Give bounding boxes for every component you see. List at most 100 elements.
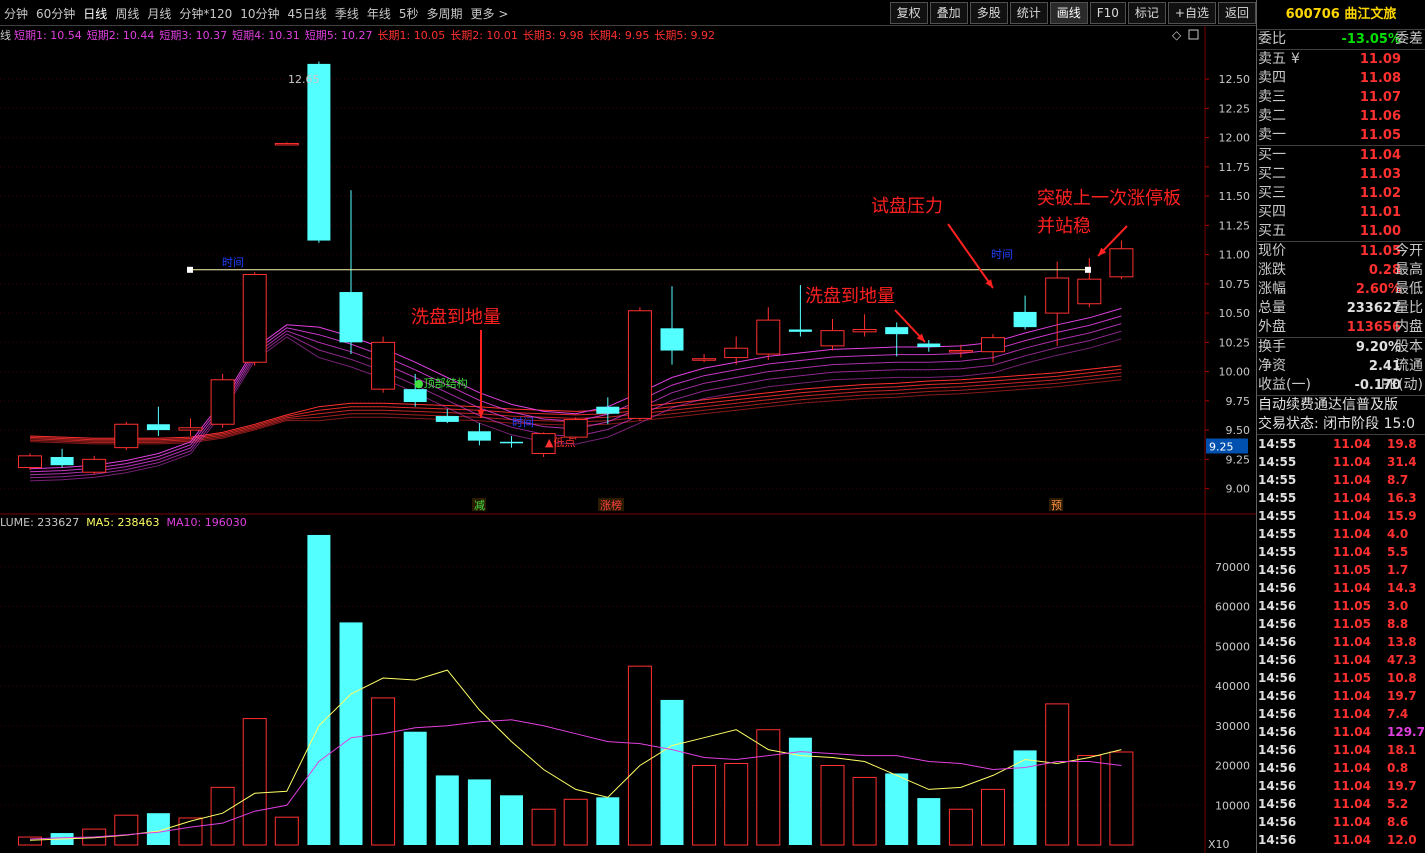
- candle-body[interactable]: [178, 427, 203, 431]
- info-line-1[interactable]: 自动续费通达信普及版: [1257, 396, 1425, 415]
- period-tab-7[interactable]: 45日线: [284, 5, 331, 22]
- candle-body[interactable]: [1077, 278, 1102, 305]
- tool-button-6[interactable]: 标记: [1127, 2, 1166, 24]
- stat-row: 总量 233627 量比: [1257, 299, 1425, 318]
- period-tab-1[interactable]: 60分钟: [32, 5, 79, 22]
- tool-button-1[interactable]: 叠加: [929, 2, 968, 24]
- resistance-line-handle[interactable]: [1085, 266, 1091, 273]
- period-tab-5[interactable]: 分钟*120: [175, 5, 236, 22]
- candle-body[interactable]: [274, 142, 299, 146]
- candle-body[interactable]: [242, 273, 267, 363]
- event-marker-limit-list[interactable]: 涨榜: [600, 498, 622, 512]
- candle-body[interactable]: [1045, 277, 1070, 314]
- weibi-value: -13.05%: [1341, 32, 1401, 47]
- candle-body[interactable]: [692, 358, 717, 361]
- candle-body[interactable]: [210, 379, 235, 425]
- candle-body[interactable]: [114, 423, 139, 449]
- volume-axis-label: 60000: [1215, 601, 1250, 614]
- candle-body[interactable]: [339, 292, 363, 343]
- chart-tool-buttons: 复权 叠加 多股 统计 画线 F10 标记 +自选 返回: [888, 2, 1256, 24]
- bid-row[interactable]: 买四 11.01: [1257, 203, 1425, 222]
- period-tab-4[interactable]: 月线: [143, 5, 175, 22]
- candle-body[interactable]: [885, 327, 909, 335]
- candle-body[interactable]: [146, 424, 170, 431]
- candle-body[interactable]: [371, 341, 396, 390]
- volume-legend: LUME: 233627 MA5: 238463 MA10: 196030: [0, 516, 247, 529]
- candle-body[interactable]: [820, 330, 845, 347]
- candle-body[interactable]: [50, 457, 74, 466]
- diamond-icon[interactable]: ◇: [1172, 28, 1182, 42]
- period-tab-6[interactable]: 10分钟: [236, 5, 283, 22]
- tool-button-7[interactable]: +自选: [1167, 2, 1216, 24]
- candle-body[interactable]: [403, 389, 427, 403]
- tool-button-5[interactable]: F10: [1089, 2, 1126, 24]
- tick-row: 14:56 11.04 12.0: [1257, 831, 1425, 849]
- tick-price: 11.04: [1333, 653, 1371, 667]
- candle-body[interactable]: [18, 455, 42, 469]
- candle-body[interactable]: [82, 458, 107, 473]
- tool-button-8[interactable]: 返回: [1217, 2, 1256, 24]
- candle-body[interactable]: [307, 63, 331, 241]
- bid-label: 买一: [1258, 147, 1286, 163]
- tool-button-3[interactable]: 统计: [1009, 2, 1048, 24]
- period-tab-0[interactable]: 分钟: [0, 5, 32, 22]
- candle-body[interactable]: [756, 319, 781, 355]
- period-tab-11[interactable]: 多周期: [422, 5, 466, 22]
- status-info: 自动续费通达信普及版 交易状态: 闭市阶段 15:0: [1257, 395, 1425, 434]
- ask-label: 卖四: [1258, 70, 1286, 86]
- ask-row[interactable]: 卖四 11.08: [1257, 69, 1425, 88]
- candle-body[interactable]: [596, 406, 620, 414]
- bid-row[interactable]: 买五 11.00: [1257, 222, 1425, 241]
- price-axis-label: 12.25: [1219, 102, 1251, 115]
- price-axis-label: 12.00: [1219, 132, 1251, 145]
- period-tab-10[interactable]: 5秒: [395, 5, 423, 22]
- event-marker-forecast[interactable]: 预: [1051, 499, 1062, 512]
- bid-row[interactable]: 买二 11.03: [1257, 165, 1425, 184]
- volume-bar: [371, 697, 396, 846]
- ask-row[interactable]: 卖一 11.05: [1257, 126, 1425, 145]
- volume-axis-label: 10000: [1215, 799, 1250, 812]
- candle-body[interactable]: [563, 419, 588, 438]
- candle-body[interactable]: [435, 416, 459, 422]
- maximize-icon[interactable]: [1188, 29, 1199, 40]
- price-axis-label: 10.00: [1219, 366, 1251, 379]
- period-tab-12[interactable]: 更多 >: [467, 5, 513, 22]
- period-tab-9[interactable]: 年线: [363, 5, 395, 22]
- tick-time: 14:56: [1258, 815, 1297, 829]
- candle-body[interactable]: [1109, 248, 1134, 278]
- stat-label: 涨幅: [1258, 281, 1286, 297]
- kline-chart[interactable]: 12.50 12.25 12.00 11.75 11.50 11.25 11.00 10.75…: [0, 26, 1256, 853]
- candle-body[interactable]: [981, 337, 1005, 353]
- candle-body[interactable]: [788, 329, 812, 332]
- tool-button-2[interactable]: 多股: [969, 2, 1008, 24]
- period-tab-3[interactable]: 周线: [111, 5, 143, 22]
- ask-row[interactable]: 卖三 11.07: [1257, 88, 1425, 107]
- candle-body[interactable]: [500, 441, 523, 444]
- tick-time: 14:56: [1258, 707, 1297, 721]
- resistance-line-handle[interactable]: [187, 266, 193, 273]
- candle-body[interactable]: [724, 347, 749, 359]
- tool-button-0[interactable]: 复权: [889, 2, 928, 24]
- stock-header: 600706 曲江文旅: [1257, 0, 1425, 30]
- stock-name: 曲江文旅: [1344, 7, 1397, 22]
- candle-body[interactable]: [627, 310, 652, 419]
- candle-body[interactable]: [917, 343, 941, 348]
- stat-row: 换手 9.20% 股本: [1257, 338, 1425, 357]
- event-marker-reduce[interactable]: 减: [474, 499, 485, 512]
- period-tab-2[interactable]: 日线: [79, 5, 111, 22]
- candle-body[interactable]: [467, 431, 491, 441]
- price-axis-label: 10.25: [1219, 336, 1251, 349]
- candle-body[interactable]: [948, 350, 973, 353]
- low-point-label: ▲低点: [545, 436, 575, 449]
- ask-row[interactable]: 卖五 ¥11.09: [1257, 50, 1425, 69]
- candle-body[interactable]: [660, 328, 684, 351]
- candle-body[interactable]: [852, 328, 877, 333]
- candle-body[interactable]: [1013, 311, 1037, 328]
- bid-row[interactable]: 买三 11.02: [1257, 184, 1425, 203]
- tool-button-4[interactable]: 画线: [1049, 2, 1088, 24]
- tick-price: 11.04: [1333, 797, 1371, 811]
- ask-row[interactable]: 卖二 11.06: [1257, 107, 1425, 126]
- period-tab-8[interactable]: 季线: [331, 5, 363, 22]
- tick-price: 11.04: [1333, 635, 1371, 649]
- bid-row[interactable]: 买一 11.04: [1257, 146, 1425, 165]
